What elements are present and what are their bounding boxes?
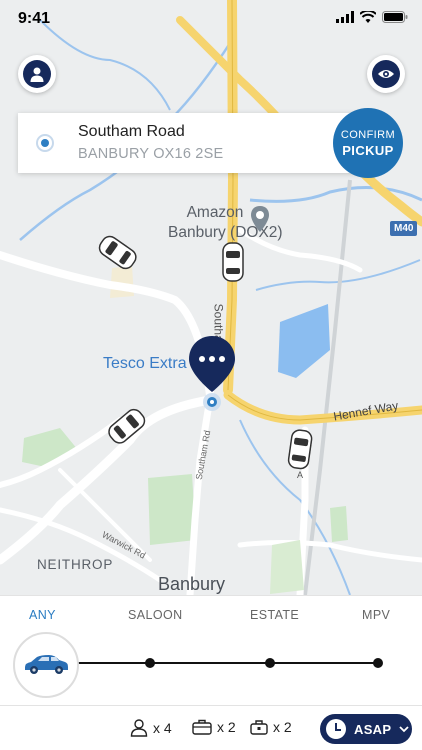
road-a-label: A bbox=[297, 470, 304, 480]
car-icon bbox=[25, 655, 68, 674]
luggage-count: x 2 bbox=[217, 719, 236, 735]
chevron-down-icon bbox=[399, 725, 409, 732]
luggage-selector[interactable]: x 2 bbox=[192, 719, 236, 735]
visibility-button[interactable] bbox=[367, 55, 405, 93]
passengers-selector[interactable]: x 4 bbox=[130, 719, 172, 737]
slider-stop-saloon[interactable] bbox=[145, 658, 155, 668]
slider-track[interactable] bbox=[78, 662, 380, 664]
neithrop-label: NEITHROP bbox=[37, 557, 114, 572]
profile-icon bbox=[23, 60, 51, 88]
eye-icon bbox=[372, 60, 400, 88]
amazon-label: Amazon Banbury (DOX2) bbox=[168, 204, 283, 241]
passengers-count: x 4 bbox=[153, 720, 172, 736]
suitcase-icon bbox=[192, 719, 212, 735]
vehicle-type-tabs: ANY SALOON ESTATE MPV bbox=[0, 595, 422, 635]
profile-button[interactable] bbox=[18, 55, 56, 93]
tab-any[interactable]: ANY bbox=[29, 608, 56, 622]
passenger-icon bbox=[130, 719, 148, 737]
map-view[interactable]: Amazon Banbury (DOX2) Tesco Extra Southa… bbox=[0, 0, 422, 595]
tab-saloon[interactable]: SALOON bbox=[128, 608, 183, 622]
slider-stop-mpv[interactable] bbox=[373, 658, 383, 668]
confirm-pickup-button[interactable]: CONFIRM PICKUP bbox=[333, 108, 403, 178]
pickup-address-card[interactable]: Southam Road BANBURY OX16 2SE bbox=[18, 113, 378, 173]
hand-luggage-count: x 2 bbox=[273, 719, 292, 735]
pickup-time-button[interactable]: ASAP bbox=[320, 714, 412, 744]
wifi-icon bbox=[360, 11, 376, 23]
map-graphic bbox=[0, 0, 422, 595]
tesco-label: Tesco Extra bbox=[103, 355, 187, 372]
tab-mpv[interactable]: MPV bbox=[362, 608, 390, 622]
vehicle-slider[interactable] bbox=[0, 630, 422, 705]
signal-icon bbox=[336, 11, 354, 23]
pickup-label: PICKUP bbox=[342, 142, 394, 158]
tab-estate[interactable]: ESTATE bbox=[250, 608, 299, 622]
status-bar: 9:41 bbox=[0, 0, 422, 38]
booking-options-bar: x 4 x 2 x 2 ASAP bbox=[0, 705, 422, 750]
clock-icon bbox=[326, 719, 346, 739]
status-time: 9:41 bbox=[18, 10, 51, 27]
m40-shield: M40 bbox=[390, 221, 418, 236]
battery-icon bbox=[382, 11, 408, 23]
hand-luggage-selector[interactable]: x 2 bbox=[250, 719, 292, 735]
pickup-time-label: ASAP bbox=[354, 721, 392, 737]
status-icons bbox=[336, 11, 408, 23]
address-street: Southam Road bbox=[78, 123, 185, 140]
banbury-label: Banbury bbox=[158, 574, 226, 594]
location-dot-icon bbox=[36, 134, 54, 152]
confirm-label: CONFIRM bbox=[340, 128, 396, 141]
briefcase-icon bbox=[250, 720, 268, 735]
address-postcode: BANBURY OX16 2SE bbox=[78, 146, 224, 162]
slider-stop-estate[interactable] bbox=[265, 658, 275, 668]
slider-handle[interactable] bbox=[13, 632, 79, 698]
